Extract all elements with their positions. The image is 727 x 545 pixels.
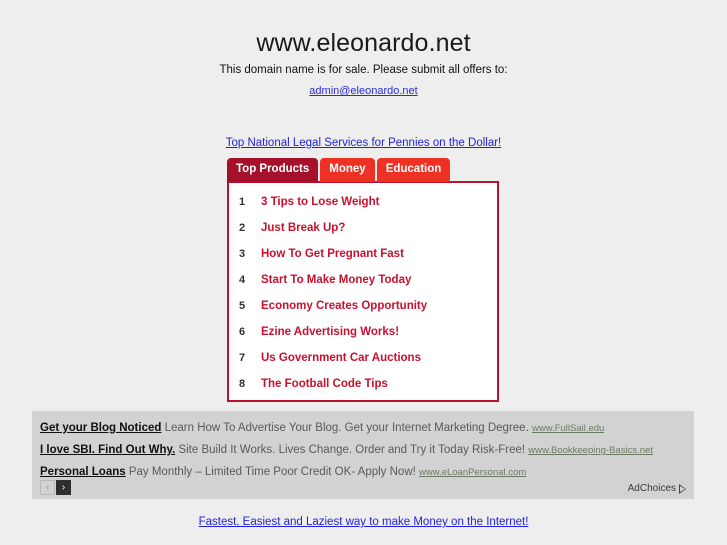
page-title: www.eleonardo.net [256,29,471,57]
ad-footer: ‹ › AdChoices [40,479,686,495]
list-item[interactable]: 2 Just Break Up? [229,215,497,241]
list-item[interactable]: 7 Us Government Car Auctions [229,345,497,371]
tab-money[interactable]: Money [320,158,375,182]
top-sponsored-link[interactable]: Top National Legal Services for Pennies … [226,137,502,149]
list-item[interactable]: 4 Start To Make Money Today [229,267,497,293]
bottom-sponsored-link-container: Fastest, Easiest and Laziest way to make… [0,512,727,530]
list-item-link[interactable]: 3 Tips to Lose Weight [261,195,379,209]
ad-row: Get your Blog Noticed Learn How To Adver… [40,418,686,440]
list-item-link[interactable]: Us Government Car Auctions [261,351,421,365]
tab-top-products[interactable]: Top Products [227,158,319,182]
list-item-link[interactable]: How To Get Pregnant Fast [261,247,404,261]
ad-url-link[interactable]: www.Bookkeeping-Basics.net [528,445,653,456]
ad-url-link[interactable]: www.eLoanPersonal.com [419,467,526,478]
list-item-link[interactable]: Just Break Up? [261,221,345,235]
ad-row: I love SBI. Find Out Why. Site Build It … [40,440,686,462]
list-item-number: 7 [239,352,246,364]
tab-widget: Top Products Money Education 1 3 Tips to… [227,157,499,402]
ad-description: Pay Monthly – Limited Time Poor Credit O… [128,466,416,478]
list-item-link[interactable]: Ezine Advertising Works! [261,325,399,339]
adchoices-triangle-icon [679,483,686,494]
previous-arrow-icon[interactable]: ‹ [40,480,55,495]
adchoices-label: AdChoices [627,483,676,494]
domain-sale-notice: This domain name is for sale. Please sub… [219,64,508,77]
list-item-link[interactable]: Start To Make Money Today [261,273,411,287]
ad-url-link[interactable]: www.FullSail.edu [532,423,604,434]
sponsored-ads-block: Get your Blog Noticed Learn How To Adver… [32,411,694,499]
ad-headline-link[interactable]: Get your Blog Noticed [40,422,161,434]
tab-strip: Top Products Money Education [227,157,499,182]
list-item-number: 2 [239,222,246,234]
list-item[interactable]: 6 Ezine Advertising Works! [229,319,497,345]
page-header: www.eleonardo.net This domain name is fo… [0,0,727,99]
tab-education[interactable]: Education [376,158,451,182]
list-item-link[interactable]: Economy Creates Opportunity [261,299,427,313]
ad-description: Site Build It Works. Lives Change. Order… [178,444,526,456]
list-item-number: 6 [239,326,246,338]
list-item-number: 5 [239,300,246,312]
next-arrow-icon[interactable]: › [56,480,71,495]
bottom-sponsored-link[interactable]: Fastest, Easiest and Laziest way to make… [199,516,529,528]
list-item[interactable]: 8 The Football Code Tips [229,371,497,397]
ad-headline-link[interactable]: I love SBI. Find Out Why. [40,444,175,456]
list-item-number: 4 [239,274,246,286]
ad-description: Learn How To Advertise Your Blog. Get yo… [164,422,529,434]
ad-pagination: ‹ › [40,480,71,495]
list-item-link[interactable]: The Football Code Tips [261,377,388,391]
contact-email-link[interactable]: admin@eleonardo.net [309,84,417,98]
list-item-number: 3 [239,248,246,260]
list-item[interactable]: 5 Economy Creates Opportunity [229,293,497,319]
adchoices-button[interactable]: AdChoices [628,482,686,495]
list-item-number: 1 [239,196,246,208]
top-sponsored-link-container: Top National Legal Services for Pennies … [0,133,727,151]
list-item[interactable]: 3 How To Get Pregnant Fast [229,241,497,267]
list-item-number: 8 [239,378,246,390]
tab-panel-top-products: 1 3 Tips to Lose Weight 2 Just Break Up?… [227,181,499,402]
list-item[interactable]: 1 3 Tips to Lose Weight [229,189,497,215]
ad-headline-link[interactable]: Personal Loans [40,466,126,478]
